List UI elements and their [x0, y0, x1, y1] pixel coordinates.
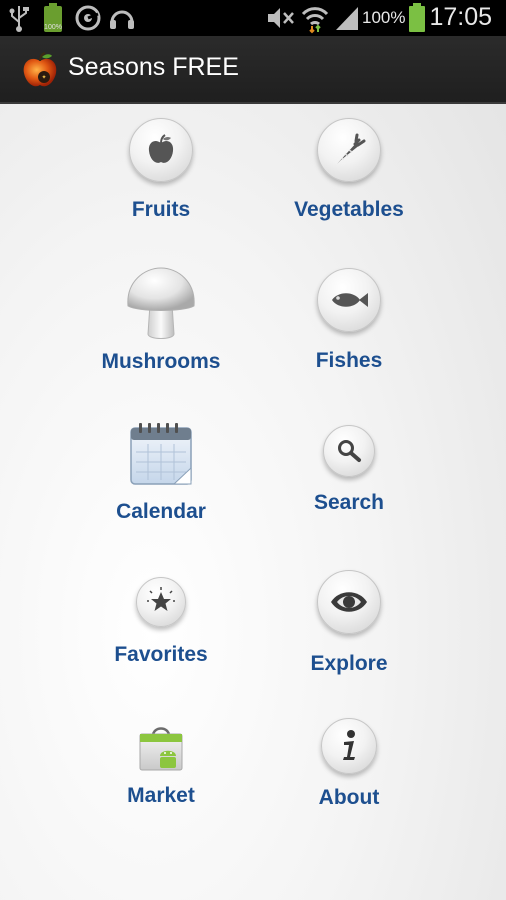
market-label: Market [127, 784, 195, 807]
calendar-button[interactable]: Calendar [61, 420, 261, 530]
headset-icon [108, 4, 136, 37]
action-bar: ✦ Seasons FREE [0, 36, 506, 104]
search-label: Search [313, 491, 385, 514]
about-label: About [318, 786, 380, 809]
vegetables-button[interactable]: Vegetables [249, 118, 449, 228]
svg-text:100%: 100% [44, 24, 62, 31]
usb-icon [8, 4, 30, 37]
market-icon [136, 722, 186, 772]
eye-icon [317, 570, 381, 634]
battery-icon [408, 3, 426, 38]
fishes-label: Fishes [315, 349, 383, 372]
search-button[interactable]: Search [249, 425, 449, 525]
market-button[interactable]: Market [61, 722, 261, 822]
wifi-icon [300, 4, 330, 39]
app-title: Seasons FREE [68, 53, 239, 81]
vegetables-label: Vegetables [294, 198, 404, 221]
mushrooms-label: Mushrooms [101, 350, 221, 373]
mushrooms-button[interactable]: Mushrooms [61, 264, 261, 374]
fruits-button[interactable]: Fruits [61, 118, 261, 228]
battery-notification-icon: 100% [42, 3, 64, 38]
battery-percentage: 100% [362, 8, 406, 27]
sync-icon [74, 4, 102, 37]
calendar-icon [128, 420, 194, 488]
favorites-label: Favorites [114, 643, 208, 666]
mushroom-icon [124, 264, 198, 342]
clock: 17:05 [429, 3, 492, 31]
apple-logo-icon[interactable]: ✦ [20, 51, 60, 96]
fruits-label: Fruits [131, 198, 191, 221]
status-bar: 100% 100% 17:05 [0, 0, 506, 36]
about-button[interactable]: About [249, 718, 449, 818]
mute-icon [266, 4, 296, 37]
signal-icon [334, 4, 360, 37]
explore-label: Explore [310, 652, 388, 675]
search-icon [323, 425, 375, 477]
favorites-button[interactable]: Favorites [61, 577, 261, 677]
explore-button[interactable]: Explore [249, 570, 449, 680]
info-icon [321, 718, 377, 774]
fishes-button[interactable]: Fishes [249, 268, 449, 378]
star-icon [136, 577, 186, 627]
svg-text:✦: ✦ [41, 74, 46, 81]
carrot-icon [317, 118, 381, 182]
calendar-label: Calendar [116, 500, 206, 523]
apple-icon [129, 118, 193, 182]
fish-icon [317, 268, 381, 332]
